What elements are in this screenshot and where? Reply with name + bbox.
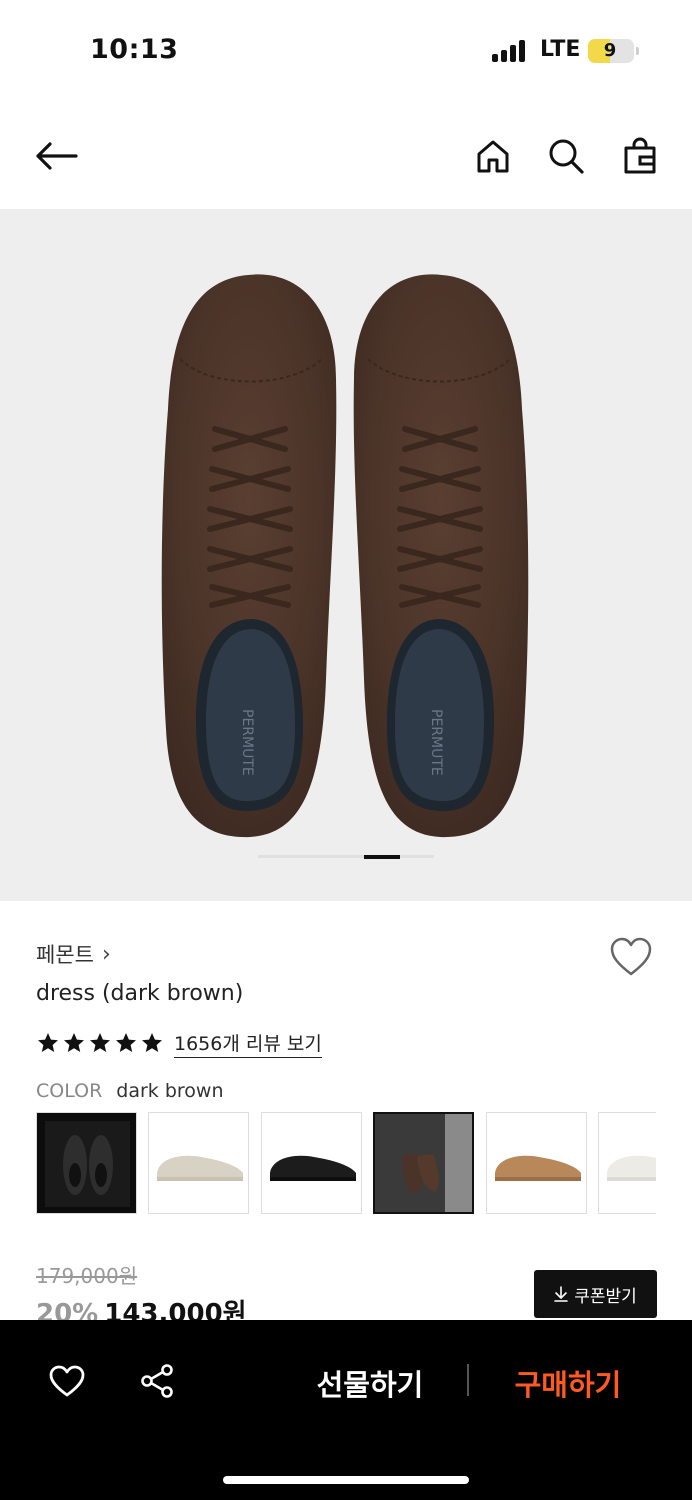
search-icon xyxy=(549,139,584,174)
insole-logo: PERMUTE xyxy=(428,709,444,776)
status-bar: 10:13 LTE 9 xyxy=(0,0,692,100)
bottom-action-bar xyxy=(0,1320,692,1500)
battery-level: 9 xyxy=(603,40,617,61)
swatch-image xyxy=(270,1155,356,1181)
color-swatches xyxy=(36,1112,656,1216)
swatch-image xyxy=(607,1155,656,1181)
gift-button[interactable]: 선물하기 xyxy=(300,1362,440,1402)
swatch-image xyxy=(45,1121,130,1207)
brand-link[interactable]: 페몬트 › xyxy=(36,939,111,969)
swatch-image xyxy=(495,1155,581,1181)
swatch-dark-brown[interactable] xyxy=(373,1112,474,1214)
swatch-white[interactable] xyxy=(598,1112,656,1214)
product-image-carousel[interactable]: PERMUTE PERMUTE xyxy=(0,209,692,901)
swatch-black[interactable] xyxy=(261,1112,362,1214)
final-price: 143,000원 xyxy=(104,1299,247,1321)
wishlist-button[interactable] xyxy=(608,936,656,980)
swatch-image xyxy=(157,1155,243,1181)
back-button[interactable] xyxy=(32,132,80,180)
star-icon xyxy=(142,1033,162,1052)
swatch-beige[interactable] xyxy=(148,1112,249,1214)
divider xyxy=(467,1364,469,1396)
shopping-bag-icon xyxy=(624,137,656,174)
home-icon xyxy=(477,140,509,173)
rating-row: 1656개 리뷰 보기 xyxy=(36,1028,322,1058)
brand-name: 페몬트 xyxy=(36,943,94,967)
carousel-track xyxy=(258,855,434,858)
chevron-right-icon: › xyxy=(101,941,111,967)
home-indicator xyxy=(223,1476,469,1484)
bag-button[interactable] xyxy=(616,132,664,180)
signal-icon xyxy=(492,40,528,62)
star-icon xyxy=(64,1033,84,1052)
search-button[interactable] xyxy=(542,132,590,180)
star-icon xyxy=(90,1033,110,1052)
battery-icon: 9 xyxy=(588,39,639,63)
left-shoe: PERMUTE xyxy=(161,274,337,838)
product-image: PERMUTE PERMUTE xyxy=(161,274,529,838)
swatch-camel[interactable] xyxy=(486,1112,587,1214)
price-row: 20% 143,000원 xyxy=(36,1293,247,1321)
top-nav xyxy=(0,118,692,198)
status-time: 10:13 xyxy=(90,34,179,65)
heart-icon xyxy=(49,1365,85,1397)
network-label: LTE xyxy=(540,37,581,62)
home-button[interactable] xyxy=(469,132,517,180)
discount-rate: 20% xyxy=(36,1299,99,1321)
download-icon xyxy=(554,1286,569,1302)
arrow-left-icon xyxy=(36,142,78,170)
original-price: 179,000원 xyxy=(36,1264,138,1288)
review-link[interactable]: 1656개 리뷰 보기 xyxy=(174,1029,322,1058)
coupon-label: 쿠폰받기 xyxy=(574,1286,637,1307)
color-label: COLOR xyxy=(36,1080,103,1102)
color-row: COLOR dark brown xyxy=(36,1080,224,1102)
star-icon xyxy=(38,1033,58,1052)
heart-icon xyxy=(610,937,652,976)
insole-logo: PERMUTE xyxy=(239,709,255,776)
star-icon xyxy=(116,1033,136,1052)
product-name: dress (dark brown) xyxy=(36,981,244,1006)
coupon-button[interactable]: 쿠폰받기 xyxy=(534,1270,657,1318)
buy-button[interactable]: 구매하기 xyxy=(498,1362,638,1402)
swatch-image xyxy=(375,1114,472,1212)
swatch-black-box[interactable] xyxy=(36,1112,137,1214)
share-icon xyxy=(141,1364,173,1398)
rating-stars xyxy=(36,1031,164,1055)
bottom-wishlist-button[interactable] xyxy=(43,1357,91,1405)
color-value: dark brown xyxy=(116,1080,224,1102)
right-shoe: PERMUTE xyxy=(353,274,529,838)
carousel-indicator xyxy=(364,855,400,859)
share-button[interactable] xyxy=(133,1357,181,1405)
